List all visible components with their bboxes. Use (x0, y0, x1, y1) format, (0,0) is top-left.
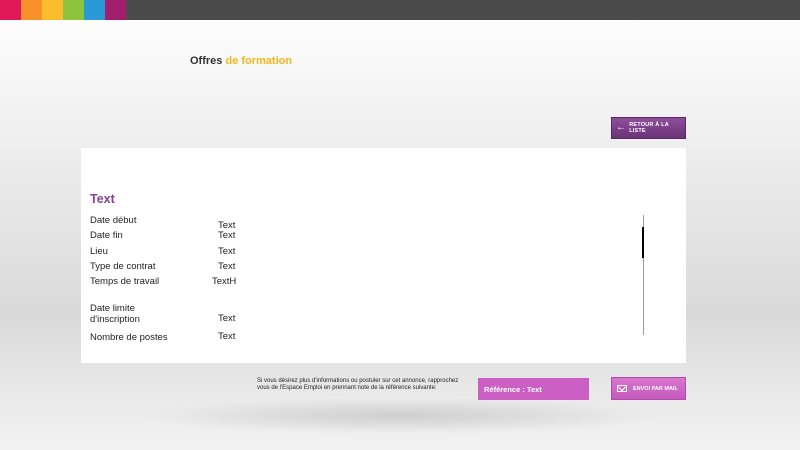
color-swatch-1 (0, 0, 21, 20)
offer-detail-panel: Text Date début Text Date fin Text Lieu … (81, 148, 686, 363)
scrollbar-thumb[interactable] (642, 227, 644, 258)
offer-title: Text (90, 192, 115, 206)
color-swatch-2 (21, 0, 42, 20)
field-label-date-limite-line2: d'inscription (90, 314, 140, 325)
send-by-mail-label: ENVOI PAR MAIL (633, 385, 678, 392)
reference-badge: Référence : Text (478, 378, 589, 400)
field-label-date-debut: Date début (90, 215, 137, 226)
page-title-main: Offres (190, 55, 223, 67)
page-title-accent: de formation (225, 55, 293, 67)
page-title: Offres de formation (190, 55, 292, 67)
field-label-temps-travail: Temps de travail (90, 276, 160, 287)
field-label-date-limite-line1: Date limite (90, 303, 135, 314)
color-swatch-3 (42, 0, 63, 20)
contact-info-text: Si vous désirez plus d'informations ou p… (257, 378, 459, 391)
back-to-list-button[interactable]: ← RETOUR À LA LISTE (611, 117, 686, 139)
top-bar (0, 0, 800, 20)
field-value-date-fin: Text (218, 230, 236, 241)
color-swatch-6 (105, 0, 126, 20)
field-label-date-fin: Date fin (90, 230, 123, 241)
field-value-nombre-postes: Text (218, 331, 236, 342)
color-swatch-4 (63, 0, 84, 20)
field-value-temps-travail: TextH (212, 276, 237, 287)
arrow-left-icon: ← (616, 122, 627, 133)
reference-label: Référence : Text (484, 384, 542, 394)
field-label-lieu: Lieu (90, 246, 108, 257)
field-value-date-limite: Text (218, 313, 236, 324)
field-value-lieu: Text (218, 246, 236, 257)
field-label-nombre-postes: Nombre de postes (90, 332, 168, 343)
back-to-list-label: RETOUR À LA LISTE (629, 122, 669, 134)
color-swatch-5 (84, 0, 105, 20)
envelope-icon (617, 385, 627, 392)
field-value-type-contrat: Text (218, 261, 236, 272)
field-label-type-contrat: Type de contrat (90, 261, 156, 272)
floor-shadow (140, 398, 660, 434)
send-by-mail-button[interactable]: ENVOI PAR MAIL (611, 377, 686, 400)
